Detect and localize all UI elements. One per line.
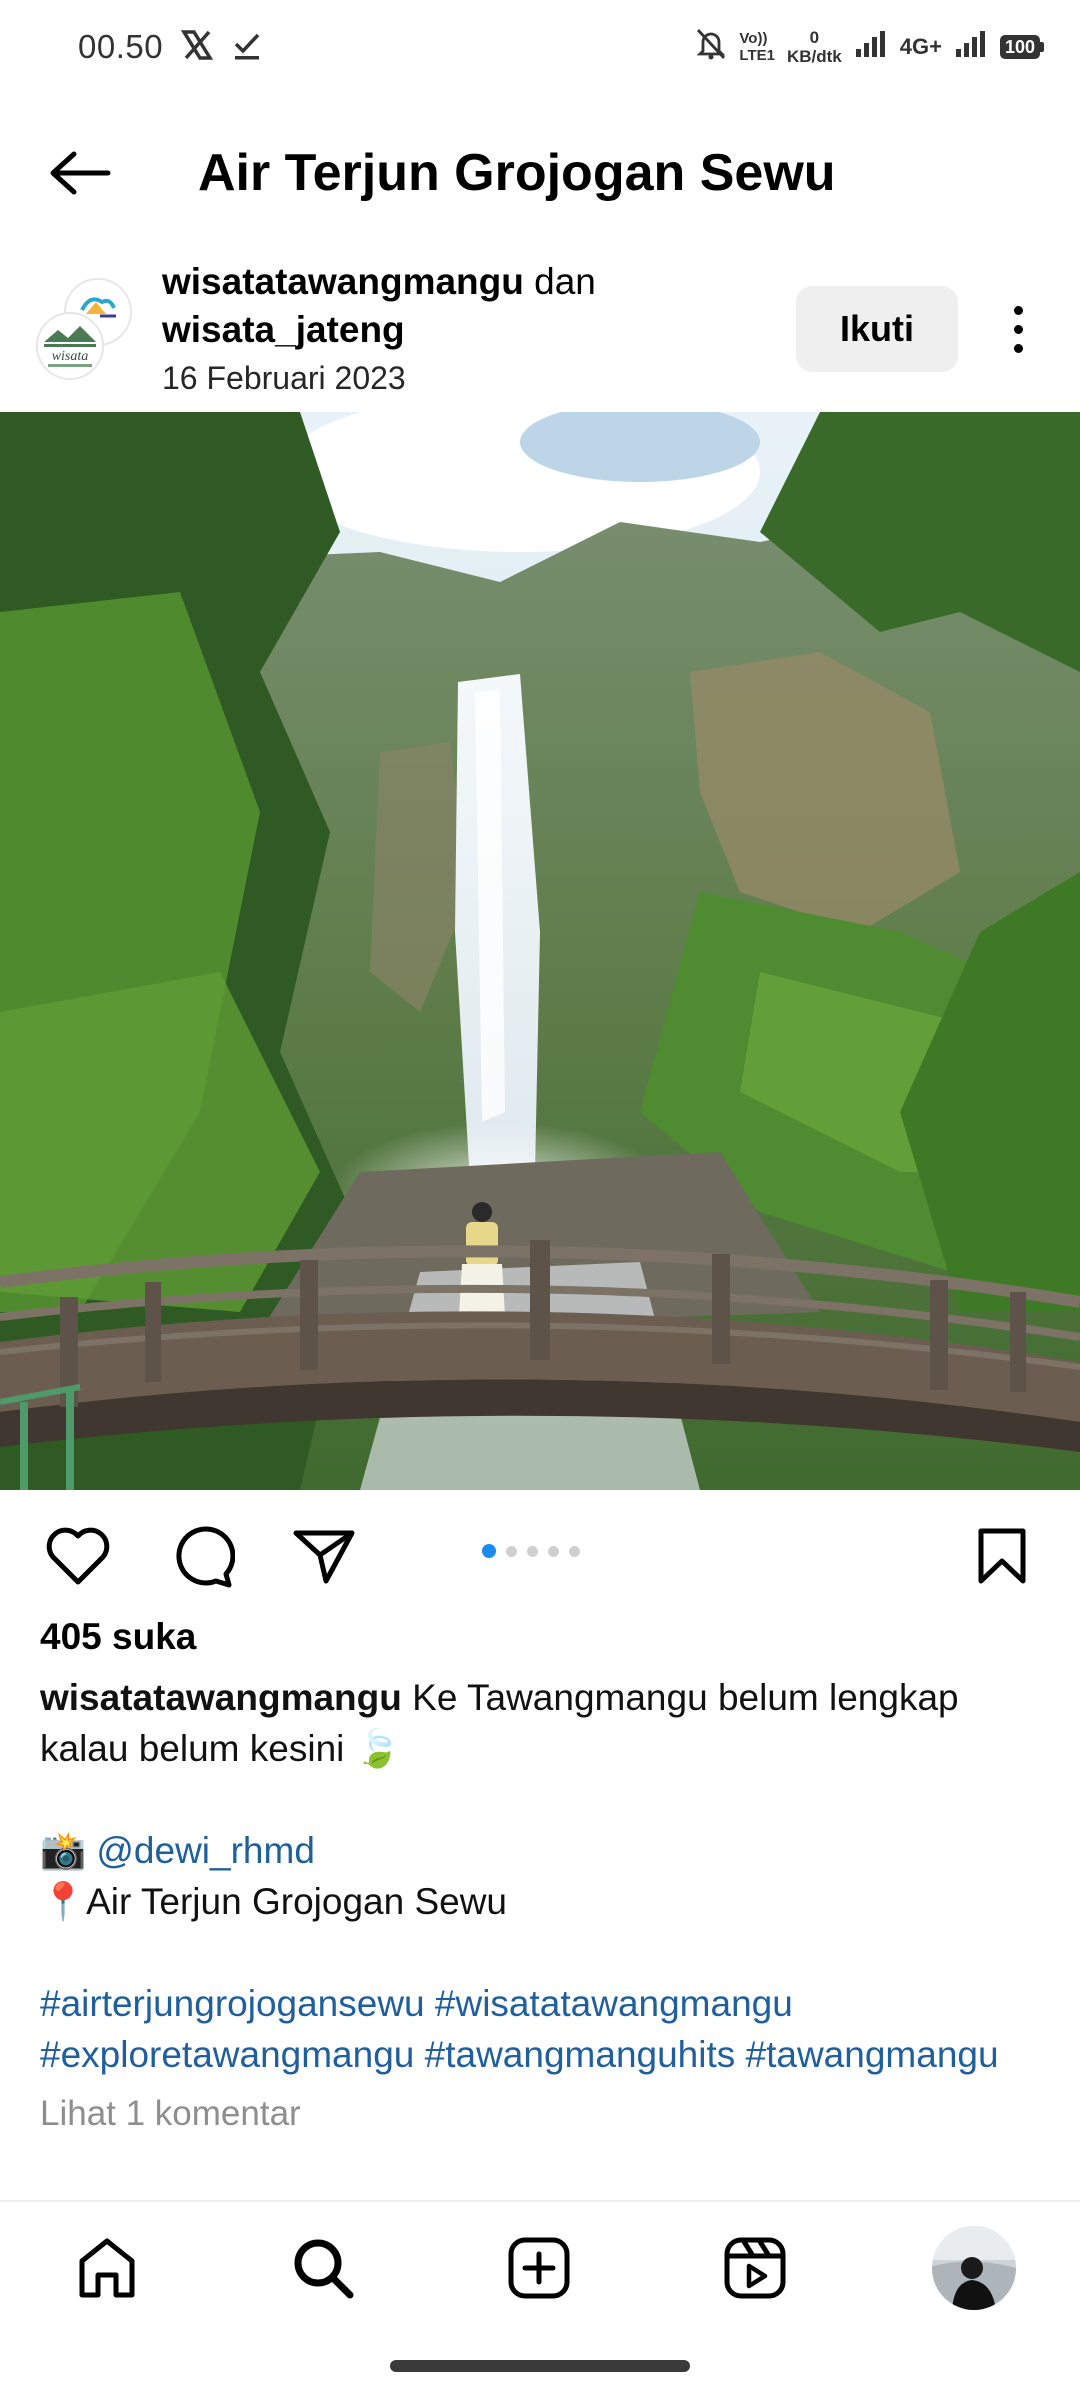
post-date: 16 Februari 2023 [162,360,406,396]
camera-emoji: 📸 [40,1830,87,1871]
carousel-indicator [482,1544,580,1558]
add-post-icon [508,2237,570,2299]
network-type: 4G+ [899,34,942,59]
battery-level: 100 [999,35,1040,59]
x-app-icon [180,28,214,62]
status-time: 00.50 [78,28,164,65]
post-authors: wisatatawangmangu dan wisata_jateng [162,258,762,354]
save-button[interactable] [960,1518,1044,1594]
volte-indicator: Vo)) LTE1 [739,30,775,64]
bookmark-icon [978,1528,1026,1584]
avatar-text: wisata [52,349,89,364]
carousel-dot [527,1545,538,1557]
author-conjunction: dan [523,261,596,302]
page-title: Air Terjun Grojogan Sewu [198,144,836,202]
view-comments-link[interactable]: Lihat 1 komentar [40,2094,301,2134]
carousel-dot [569,1545,580,1557]
paper-plane-icon [293,1530,355,1584]
status-icons: Vo)) LTE1 0 KB/dtk 4G+ 100 [695,22,1044,72]
nav-divider [0,2200,1080,2202]
location-text: Air Terjun Grojogan Sewu [86,1881,508,1922]
author-1[interactable]: wisatatawangmangu [162,261,524,302]
signal-strength-icon [854,29,888,66]
carousel-dot [506,1545,517,1557]
carousel-dot-active [482,1544,496,1558]
share-button[interactable] [282,1518,366,1594]
hashtags-line-2[interactable]: #exploretawangmangu #tawangmanguhits #ta… [40,2029,1050,2080]
heart-icon [46,1527,110,1585]
post-caption: wisatatawangmangu Ke Tawangmangu belum l… [40,1672,1050,2080]
arrow-left-icon [50,151,111,195]
data-rate-unit: KB/dtk [786,47,842,66]
nav-search-button[interactable] [278,2226,368,2310]
mention-link[interactable]: @dewi_rhmd [96,1830,315,1871]
nav-home-button[interactable] [62,2226,152,2310]
nav-profile-avatar[interactable] [932,2226,1016,2310]
caption-main: wisatatawangmangu Ke Tawangmangu belum l… [40,1672,1050,1774]
reels-icon [724,2237,786,2299]
caption-credit: 📸 @dewi_rhmd [40,1825,1050,1876]
more-dot-icon [1013,324,1023,334]
home-indicator[interactable] [390,2360,690,2372]
caption-location: 📍Air Terjun Grojogan Sewu [40,1876,1050,1927]
download-done-icon [232,30,262,62]
author-avatars[interactable]: wisata [34,276,138,380]
data-rate-value: 0 [809,28,820,47]
nav-create-button[interactable] [494,2226,584,2310]
signal-strength-icon-2 [954,29,988,66]
nav-reels-button[interactable] [710,2226,800,2310]
home-icon [79,2238,135,2298]
data-rate: 0 KB/dtk [787,28,842,66]
comment-bubble-icon [176,1526,235,1588]
post-photo[interactable] [0,412,1080,1490]
follow-button[interactable]: Ikuti [796,286,958,372]
carousel-dot [548,1545,559,1557]
more-dot-icon [1013,343,1023,353]
battery-icon: 100 [999,35,1044,59]
comment-button[interactable] [160,1518,244,1594]
pin-emoji: 📍 [40,1881,87,1922]
back-button[interactable] [40,140,120,206]
more-options-button[interactable] [1000,296,1036,362]
hashtags-line-1[interactable]: #airterjungrojogansewu #wisatatawangmang… [40,1978,1050,2029]
like-count[interactable]: 405 suka [40,1616,196,1658]
search-icon [294,2239,354,2299]
author-2[interactable]: wisata_jateng [162,309,405,350]
caption-username[interactable]: wisatatawangmangu [40,1677,402,1718]
like-button[interactable] [36,1518,120,1594]
more-dot-icon [1013,305,1023,315]
avatar-wisatatawangmangu[interactable]: wisata [36,312,104,380]
mute-bell-icon [695,27,727,68]
